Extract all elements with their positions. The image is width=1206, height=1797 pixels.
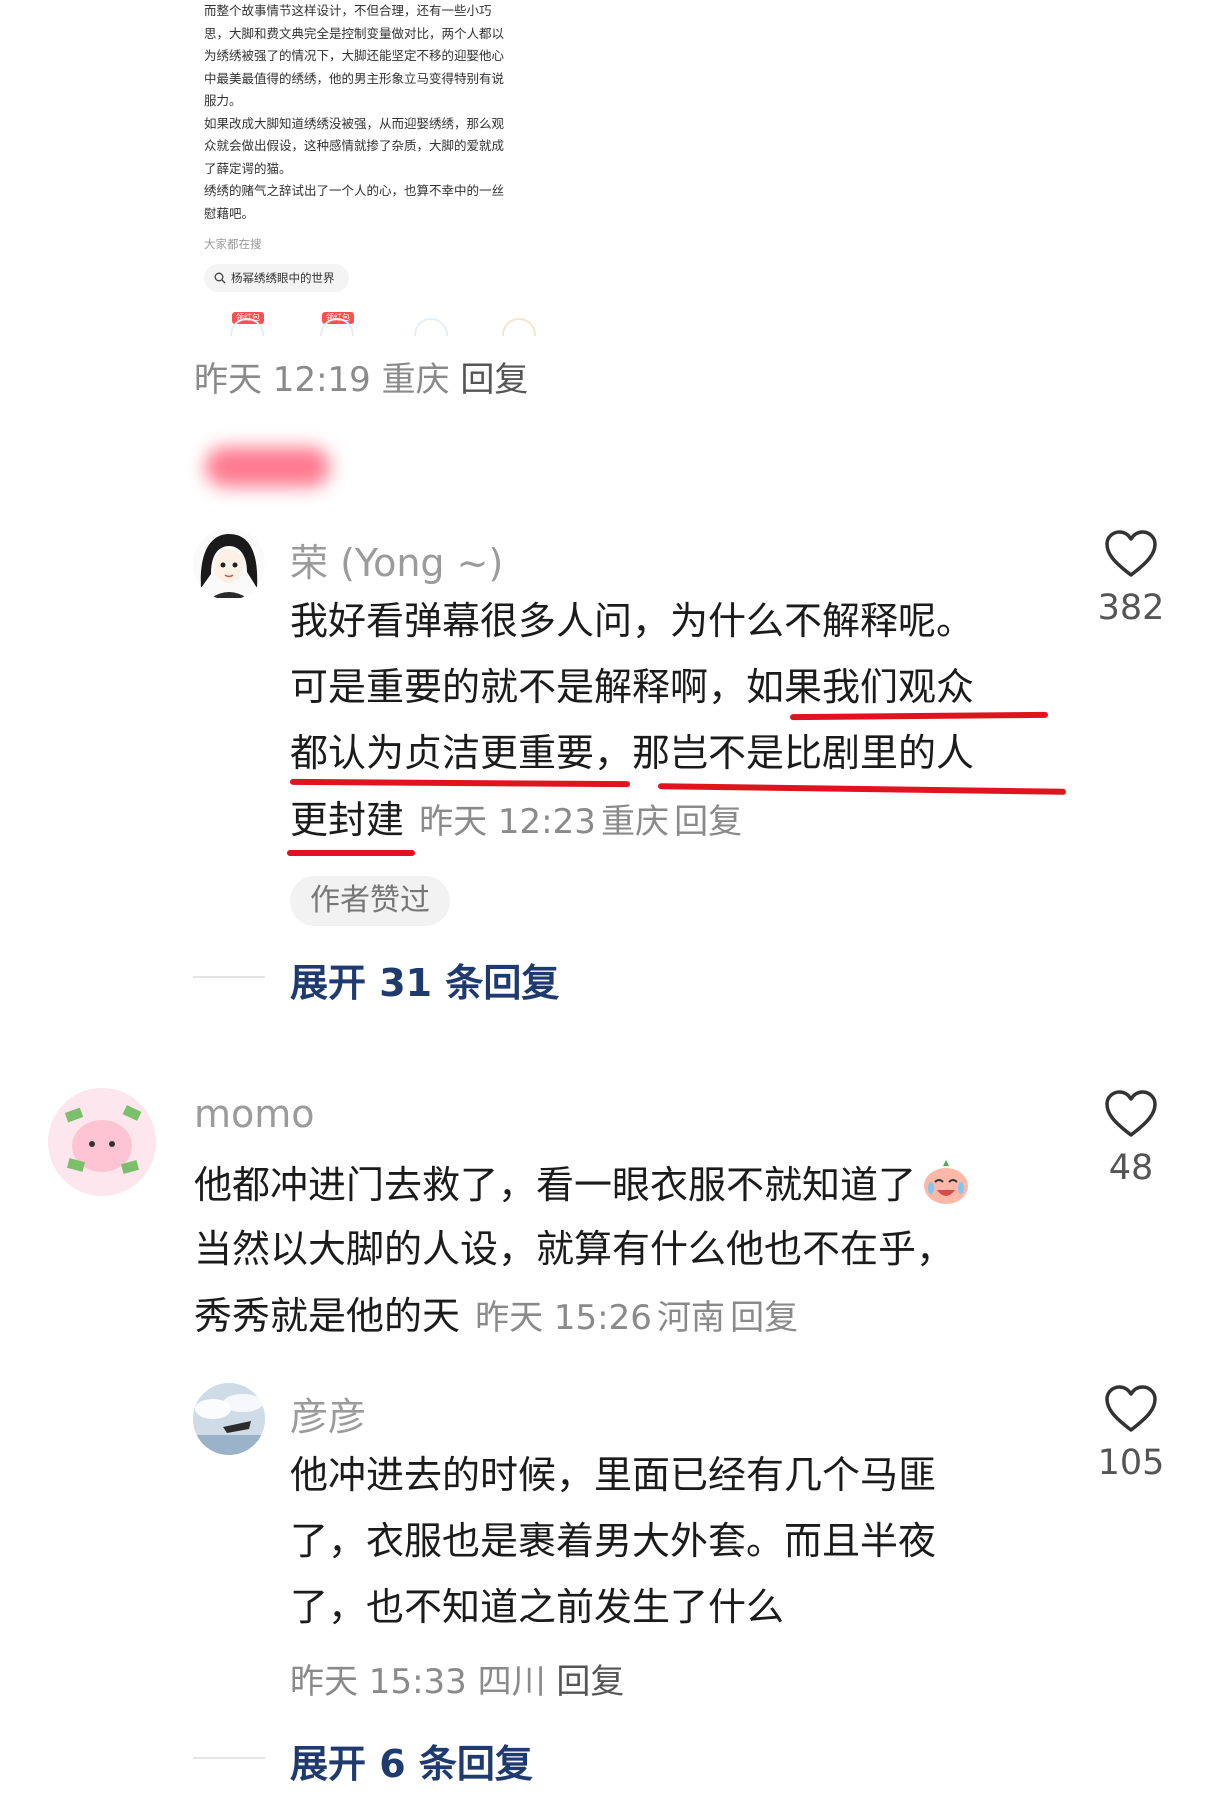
action-icon[interactable] <box>414 318 448 336</box>
avatar[interactable] <box>48 1088 156 1196</box>
comment-reply-button[interactable]: 回复 <box>556 1662 624 1702</box>
comment-username[interactable]: momo <box>194 1092 315 1136</box>
blurred-tag <box>205 447 330 487</box>
like-count: 48 <box>1108 1148 1154 1188</box>
comment-time: 昨天 15:33 <box>290 1662 467 1702</box>
embedded-line: 如果改成大脚知道绣绣没被强，从而迎娶绣绣，那么观 <box>204 115 505 131</box>
avatar-illustration <box>193 528 265 600</box>
embedded-line: 中最美最值得的绣绣，他的男主形象立马变得特别有说 <box>204 70 505 86</box>
crying-laughing-emoji-icon <box>924 1160 969 1204</box>
comment-location: 四川 <box>477 1662 546 1702</box>
embedded-line: 了薛定谔的猫。 <box>204 160 292 176</box>
comment-text-line: 他冲进去的时候，里面已经有几个马匪 <box>290 1453 937 1497</box>
like-count: 382 <box>1097 588 1165 628</box>
embedded-post-screenshot: 而整个故事情节这样设计，不但合理，还有一些小巧 思，大脚和费文典完全是控制变量做… <box>190 0 540 336</box>
post-time: 昨天 12:19 <box>194 360 371 400</box>
embedded-action-icons: 领红包 领红包 <box>204 312 536 336</box>
heart-icon <box>1105 530 1157 577</box>
red-underline <box>789 711 1049 721</box>
like-button[interactable]: 48 <box>1076 1090 1186 1188</box>
expand-divider <box>193 976 265 978</box>
comment-text-line: 了，衣服也是裹着男大外套。而且半夜 <box>290 1519 937 1563</box>
comment-meta: 昨天 15:33 四川 回复 <box>290 1654 624 1703</box>
embedded-line: 众就会做出假设，这种感情就掺了杂质，大脚的爱就成 <box>204 138 505 153</box>
embedded-line: 而整个故事情节这样设计，不但合理，还有一些小巧 <box>204 3 492 18</box>
avatar[interactable] <box>193 1383 265 1455</box>
comment-text-line: 他都冲进门去救了，看一眼衣服不就知道了 <box>194 1163 917 1207</box>
comment-reply-button[interactable]: 回复 <box>674 802 742 842</box>
comment-text-line: 可是重要的就不是解释啊，如果我们观众 <box>290 665 975 709</box>
comment-text-line: 秀秀就是他的天 <box>194 1294 461 1338</box>
comment-reply-button[interactable]: 回复 <box>730 1298 798 1338</box>
search-suggestion-chip[interactable]: 杨幂绣绣眼中的世界 <box>204 264 349 292</box>
embedded-line: 思，大脚和费文典完全是控制变量做对比，两个人都以 <box>204 25 505 41</box>
red-underline <box>287 850 415 856</box>
like-button[interactable]: 105 <box>1076 1385 1186 1483</box>
heart-icon <box>1105 1385 1157 1432</box>
post-location: 重庆 <box>381 360 450 400</box>
expand-replies-button[interactable]: 展开 31 条回复 <box>290 952 559 1007</box>
comment-text-line: 更封建 <box>290 798 405 842</box>
action-icon[interactable] <box>502 318 536 336</box>
comment-text-line: 当然以大脚的人设，就算有什么他也不在乎， <box>194 1227 955 1271</box>
expand-divider <box>193 1757 265 1759</box>
comment-text-line: 都认为贞洁更重要，那岂不是比剧里的人 <box>290 731 975 775</box>
comment-location: 河南 <box>657 1298 725 1338</box>
post-meta: 昨天 12:19 重庆 回复 <box>194 352 528 401</box>
comment-username[interactable]: 荣 (Yong ~) <box>290 532 503 587</box>
expand-replies-button[interactable]: 展开 6 条回复 <box>290 1733 533 1788</box>
heart-icon <box>1105 1090 1157 1137</box>
author-liked-badge: 作者赞过 <box>290 876 450 926</box>
post-reply-button[interactable]: 回复 <box>460 360 528 400</box>
comment-time: 昨天 12:23 <box>419 802 596 842</box>
embedded-line: 服力。 <box>204 93 242 108</box>
like-count: 105 <box>1097 1443 1165 1483</box>
comment-username[interactable]: 彦彦 <box>290 1386 366 1441</box>
comment-location: 重庆 <box>601 802 669 842</box>
embedded-line: 为绣绣被强了的情况下，大脚还能坚定不移的迎娶他心 <box>204 48 505 63</box>
search-icon <box>214 272 226 284</box>
comment-last-line: 更封建 昨天 12:23 重庆 回复 <box>290 794 742 845</box>
comment-first-line: 他都冲进门去救了，看一眼衣服不就知道了 <box>194 1158 971 1210</box>
embedded-line: 慰藉吧。 <box>204 205 255 221</box>
comment-last-line: 秀秀就是他的天 昨天 15:26 河南 回复 <box>194 1290 798 1341</box>
comment-text-line: 了，也不知道之前发生了什么 <box>290 1585 785 1629</box>
like-button[interactable]: 382 <box>1076 530 1186 628</box>
comment-text-line: 我好看弹幕很多人问，为什么不解释呢。 <box>290 599 975 643</box>
search-section-label: 大家都在搜 <box>204 237 262 251</box>
embedded-post-text: 而整个故事情节这样设计，不但合理，还有一些小巧 思，大脚和费文典完全是控制变量做… <box>204 0 534 225</box>
red-underline <box>289 778 631 788</box>
avatar[interactable] <box>193 528 265 600</box>
comment-time: 昨天 15:26 <box>475 1298 652 1338</box>
avatar-illustration <box>193 1383 265 1455</box>
search-chip-label: 杨幂绣绣眼中的世界 <box>231 271 335 285</box>
avatar-illustration <box>48 1088 156 1196</box>
embedded-line: 绣绣的赌气之辞试出了一个人的心，也算不幸中的一丝 <box>204 183 505 198</box>
